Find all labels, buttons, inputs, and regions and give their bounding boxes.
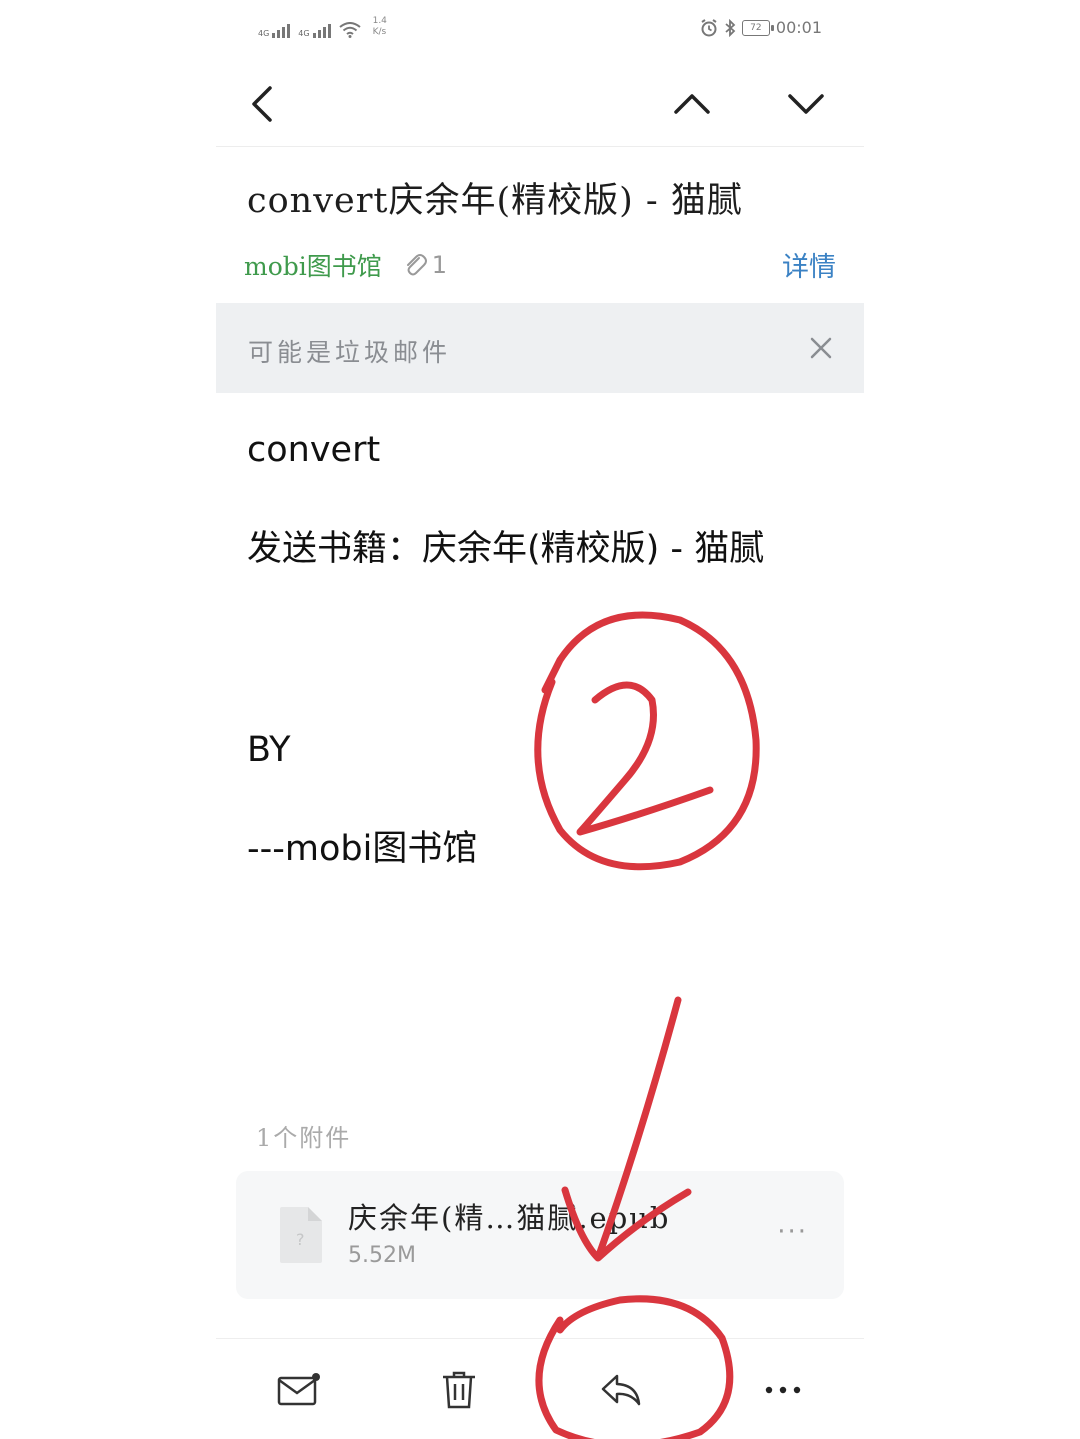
sender-name[interactable]: mobi图书馆 [244, 247, 382, 283]
sim2-label: 4G [298, 29, 310, 38]
spam-warning-text: 可能是垃圾邮件 [248, 338, 452, 367]
email-meta: mobi图书馆 1 详情 [244, 245, 836, 285]
network-speed: 1.4 K/s [373, 16, 387, 38]
previous-mail-button[interactable] [664, 76, 720, 132]
body-line-signature: ---mobi图书馆 [247, 829, 478, 869]
sim1-label: 4G [258, 29, 270, 38]
attachment-count: 1 [431, 251, 448, 279]
reply-icon [601, 1374, 641, 1406]
spam-warning-banner: 可能是垃圾邮件 [216, 303, 864, 393]
unknown-file-icon: ? [280, 1207, 322, 1263]
more-icon [765, 1386, 801, 1394]
attachment-file-name: 庆余年(精…猫腻.epub [348, 1201, 671, 1235]
status-left: 4G 4G 1.4 K/s [258, 16, 387, 38]
body-line-convert: convert [247, 430, 381, 470]
battery-level: 72 [750, 22, 762, 33]
dismiss-spam-button[interactable] [804, 331, 838, 365]
signal-icon-2: 4G [298, 24, 331, 38]
attachment-count-label: 1个附件 [256, 1124, 352, 1152]
attachment-indicator: 1 [402, 251, 447, 279]
bluetooth-icon [725, 18, 736, 37]
email-subject: convert庆余年(精校版) - 猫腻 [247, 181, 743, 221]
alarm-icon [701, 18, 717, 36]
signal-icon-1: 4G [258, 24, 291, 38]
close-icon [810, 337, 832, 359]
chevron-left-icon [252, 86, 272, 122]
next-mail-button[interactable] [778, 76, 834, 132]
attachment-more-button[interactable]: ··· [777, 1217, 808, 1247]
body-line-book: 发送书籍：庆余年(精校版) - 猫腻 [247, 529, 765, 569]
speed-value: 1.4 [372, 16, 387, 26]
bottom-toolbar [216, 1338, 864, 1439]
mail-screen: 4G 4G 1.4 K/s 72 00:01 convert庆余年(精校版) -… [216, 0, 864, 1439]
wifi-icon [338, 22, 361, 38]
back-button[interactable] [234, 76, 290, 132]
clock: 00:01 [775, 18, 822, 37]
delete-button[interactable] [434, 1367, 484, 1413]
top-nav [216, 62, 864, 147]
trash-icon [443, 1371, 475, 1409]
svg-text:?: ? [296, 1230, 305, 1249]
status-right: 72 00:01 [700, 18, 822, 37]
attachment-card[interactable]: ? 庆余年(精…猫腻.epub 5.52M ··· [236, 1171, 844, 1299]
speed-unit: K/s [372, 27, 387, 37]
reply-button[interactable] [596, 1367, 646, 1413]
details-link[interactable]: 详情 [782, 245, 836, 284]
chevron-down-icon [788, 94, 824, 114]
battery-icon: 72 [741, 19, 774, 36]
more-actions-button[interactable] [758, 1367, 808, 1413]
chevron-up-icon [674, 94, 710, 114]
attachment-file-size: 5.52M [348, 1243, 416, 1268]
mail-icon [277, 1373, 320, 1406]
body-line-by: BY [247, 730, 291, 770]
status-bar: 4G 4G 1.4 K/s 72 00:01 [216, 0, 864, 62]
mark-unread-button[interactable] [274, 1367, 324, 1413]
paperclip-icon [406, 254, 427, 276]
